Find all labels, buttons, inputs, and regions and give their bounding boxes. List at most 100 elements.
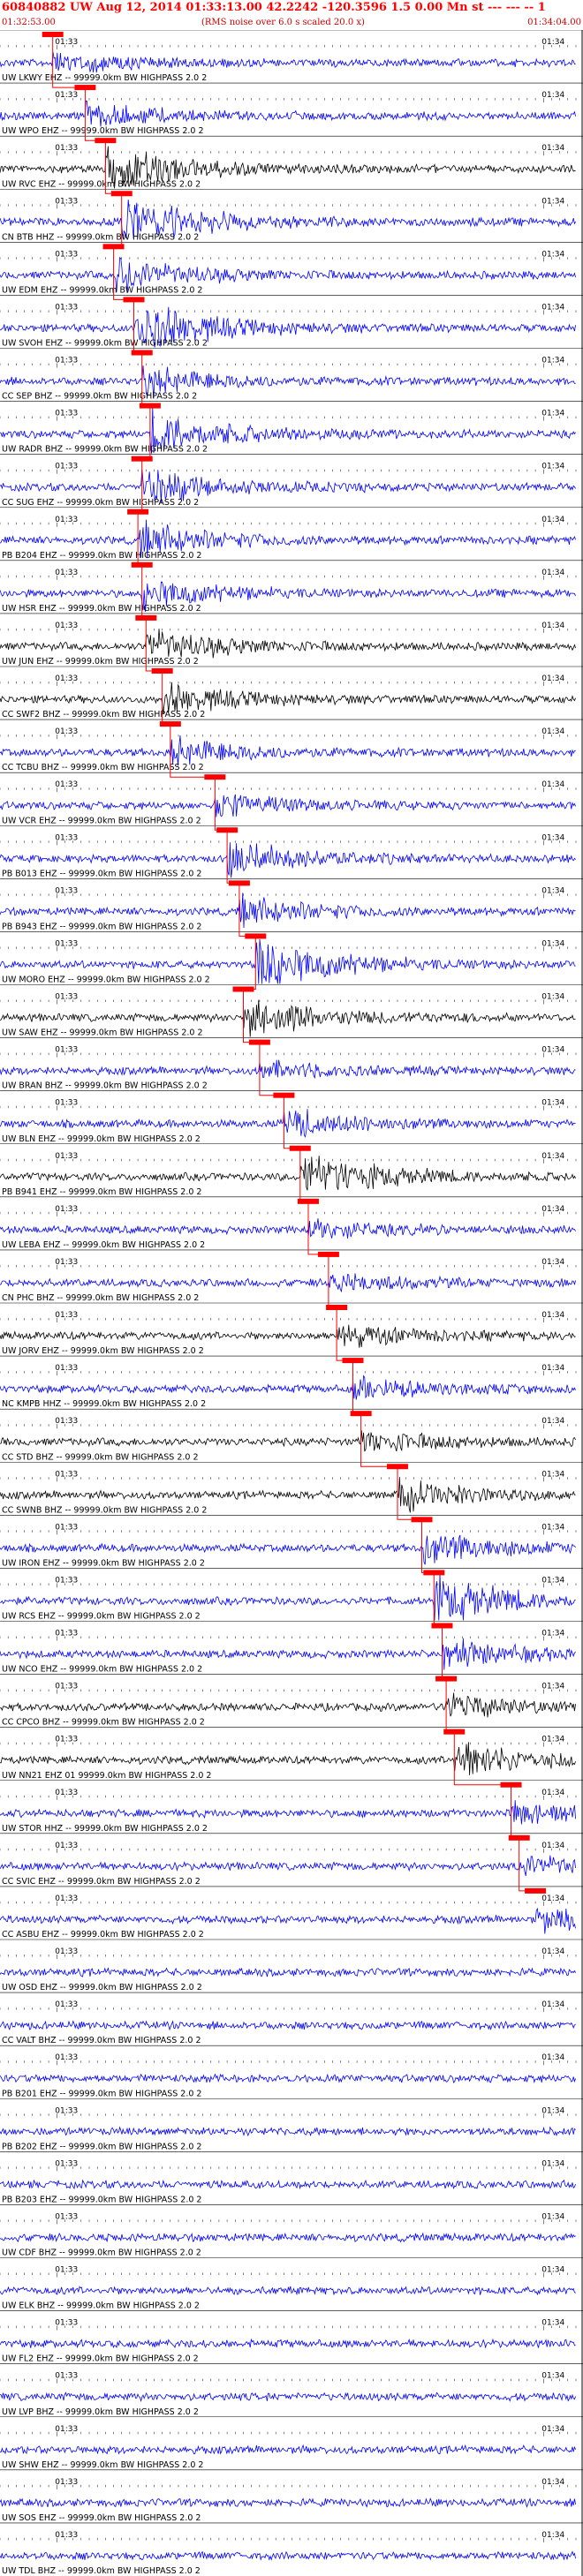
tick-label-0133: 01:33 xyxy=(55,1736,78,1744)
tick-label-0133: 01:33 xyxy=(55,410,78,418)
tick-label-0133: 01:33 xyxy=(55,2266,78,2275)
trace-panel: 01:33 01:34 UW IRON EHZ -- 99999.0km BW HI… xyxy=(0,1466,583,1568)
station-label: UW WPO EHZ -- 99999.0km BW HIGHPASS 2.0 … xyxy=(2,126,204,136)
time-ticks xyxy=(0,893,577,899)
waveform xyxy=(0,1855,576,1876)
time-ticks xyxy=(0,2431,577,2437)
tick-label-0133: 01:33 xyxy=(55,357,78,365)
station-label: UW BLN EHZ -- 99999.0km BW HIGHPASS 2.0 … xyxy=(2,1134,201,1144)
time-ticks xyxy=(0,2219,577,2225)
time-ticks xyxy=(0,1318,577,1322)
time-ticks xyxy=(0,151,577,156)
station-label: CC SEP BHZ -- 99999.0km BW HIGHPASS 2.0 … xyxy=(2,392,197,402)
tick-label-0134: 01:34 xyxy=(541,1736,564,1744)
station-label: UW RVC EHZ -- 99999.0km BW HIGHPASS 2.0 … xyxy=(2,179,201,189)
waveform xyxy=(0,1800,576,1825)
tick-label-0134: 01:34 xyxy=(541,1789,564,1797)
tick-label-0134: 01:34 xyxy=(541,2319,564,2328)
tick-label-0133: 01:33 xyxy=(55,939,78,948)
station-label: PB B203 EHZ -- 99999.0km BW HIGHPASS 2.0… xyxy=(2,2195,201,2204)
waveform xyxy=(0,1967,576,1977)
time-ticks xyxy=(0,204,577,209)
waveform xyxy=(0,2073,576,2083)
time-ticks xyxy=(0,257,577,262)
tick-label-0134: 01:34 xyxy=(541,2159,564,2168)
waveform xyxy=(0,2126,576,2137)
moveout-line xyxy=(445,1678,455,1733)
station-label: UW STOR HHZ -- 99999.0km BW HIGHPASS 2.0… xyxy=(2,1824,208,1834)
tick-label-0134: 01:34 xyxy=(541,2000,564,2009)
tick-label-0134: 01:34 xyxy=(541,2478,564,2487)
tick-label-0134: 01:34 xyxy=(541,833,564,842)
time-ticks xyxy=(0,1158,577,1164)
trace-panel: 01:33 01:34 UW RCS EHZ -- 99999.0km BW HIG… xyxy=(0,1519,583,1622)
tick-label-0134: 01:34 xyxy=(541,144,564,153)
trace-panel: 01:33 01:34 CC ASBU EHZ -- 99999.0km BW HI… xyxy=(0,1837,583,1940)
tick-label-0134: 01:34 xyxy=(541,674,564,683)
waveform xyxy=(0,1273,576,1293)
tick-label-0134: 01:34 xyxy=(541,1470,564,1479)
waveform xyxy=(0,2550,576,2561)
tick-label-0133: 01:33 xyxy=(55,1630,78,1638)
tick-label-0134: 01:34 xyxy=(541,1152,564,1161)
time-ticks xyxy=(0,98,577,103)
time-ticks xyxy=(0,310,577,315)
trace-panel: 01:33 01:34 PB B203 EHZ -- 99999.0km BW HI… xyxy=(0,2151,583,2204)
tick-label-0133: 01:33 xyxy=(55,1205,78,1214)
tick-label-0134: 01:34 xyxy=(541,1099,564,1108)
time-ticks xyxy=(0,2378,577,2384)
time-ticks xyxy=(0,2272,577,2278)
time-ticks xyxy=(0,2007,577,2013)
moveout-line xyxy=(307,1201,329,1255)
waveform xyxy=(0,1692,576,1718)
time-ticks xyxy=(0,1901,577,1906)
tick-label-0133: 01:33 xyxy=(55,1842,78,1850)
waveform xyxy=(0,629,576,659)
station-label: UW LEBA EHZ -- 99999.0km BW HIGHPASS 2.0… xyxy=(2,1240,205,1250)
station-label: UW RCS EHZ -- 99999.0km BW HIGHPASS 2.0 … xyxy=(2,1612,201,1622)
time-ticks xyxy=(0,1105,577,1111)
tick-label-0134: 01:34 xyxy=(541,38,564,47)
tick-label-0133: 01:33 xyxy=(55,569,78,577)
tick-label-0134: 01:34 xyxy=(541,939,564,948)
waveform xyxy=(0,2179,576,2190)
trace-panel: 01:33 01:34 PB B013 EHZ -- 99999.0km BW HI… xyxy=(0,777,583,878)
trace-panel: 01:33 01:34 UW JORV EHZ -- 99999.0km BW HI… xyxy=(0,1254,583,1356)
time-ticks xyxy=(0,522,577,527)
tick-label-0134: 01:34 xyxy=(541,727,564,736)
station-label: CC SWF2 BHZ -- 99999.0km BW HIGHPASS 2.0… xyxy=(2,710,205,719)
trace-panel: 01:33 01:34 UW SVOH EHZ -- 99999.0km BW HI… xyxy=(0,246,583,349)
trace-panel: 01:33 01:34 NC KMPB HHZ -- 99999.0km BW HI… xyxy=(0,1307,583,1409)
station-label: UW NCO EHZ -- 99999.0km BW HIGHPASS 2.0 … xyxy=(2,1665,202,1675)
station-label: UW IRON EHZ -- 99999.0km BW HIGHPASS 2.0… xyxy=(2,1558,205,1568)
time-ticks xyxy=(0,682,577,686)
trace-panel: 01:33 01:34 CC SWNB BHZ -- 99999.0km BW HI… xyxy=(0,1413,583,1515)
station-label: PB B941 EHZ -- 99999.0km BW HIGHPASS 2.0… xyxy=(2,1187,201,1197)
tick-label-0133: 01:33 xyxy=(55,727,78,736)
station-label: PB B943 EHZ -- 99999.0km BW HIGHPASS 2.0… xyxy=(2,922,201,931)
tick-label-0133: 01:33 xyxy=(55,1258,78,1267)
station-label: CC STD BHZ -- 99999.0km BW HIGHPASS 2.0 … xyxy=(2,1452,199,1462)
station-label: UW SOS EHZ -- 99999.0km BW HIGHPASS 2.0 … xyxy=(2,2513,201,2523)
waveform xyxy=(0,2020,576,2031)
station-label: PB B204 EHZ -- 99999.0km BW HIGHPASS 2.0… xyxy=(2,551,201,561)
station-label: UW LVP BHZ -- 99999.0km BW HIGHPASS 2.0 … xyxy=(2,2407,199,2417)
station-label: UW RADR BHZ -- 99999.0km BW HIGHPASS 2.0… xyxy=(2,445,208,455)
time-ticks xyxy=(0,1636,577,1641)
station-label: UW OSD EHZ -- 99999.0km BW HIGHPASS 2.0 … xyxy=(2,1983,202,1992)
tick-label-0133: 01:33 xyxy=(55,1894,78,1903)
time-ticks xyxy=(0,1530,577,1535)
tick-label-0134: 01:34 xyxy=(541,1046,564,1055)
tick-label-0134: 01:34 xyxy=(541,516,564,524)
tick-label-0133: 01:33 xyxy=(55,463,78,471)
tick-label-0134: 01:34 xyxy=(541,1842,564,1850)
tick-label-0134: 01:34 xyxy=(541,2531,564,2540)
time-ticks xyxy=(0,1211,577,1216)
trace-panel: 01:33 01:34 UW CDF BHZ -- 99999.0km BW HIG… xyxy=(0,2204,583,2258)
tick-label-0134: 01:34 xyxy=(541,1417,564,1426)
time-ticks xyxy=(0,1742,577,1747)
station-label: CC SWNB BHZ -- 99999.0km BW HIGHPASS 2.0… xyxy=(2,1505,207,1515)
tick-label-0134: 01:34 xyxy=(541,357,564,365)
trace-panel: 01:33 01:34 UW BLN EHZ -- 99999.0km BW HIG… xyxy=(0,1042,583,1144)
tick-label-0134: 01:34 xyxy=(541,2266,564,2275)
